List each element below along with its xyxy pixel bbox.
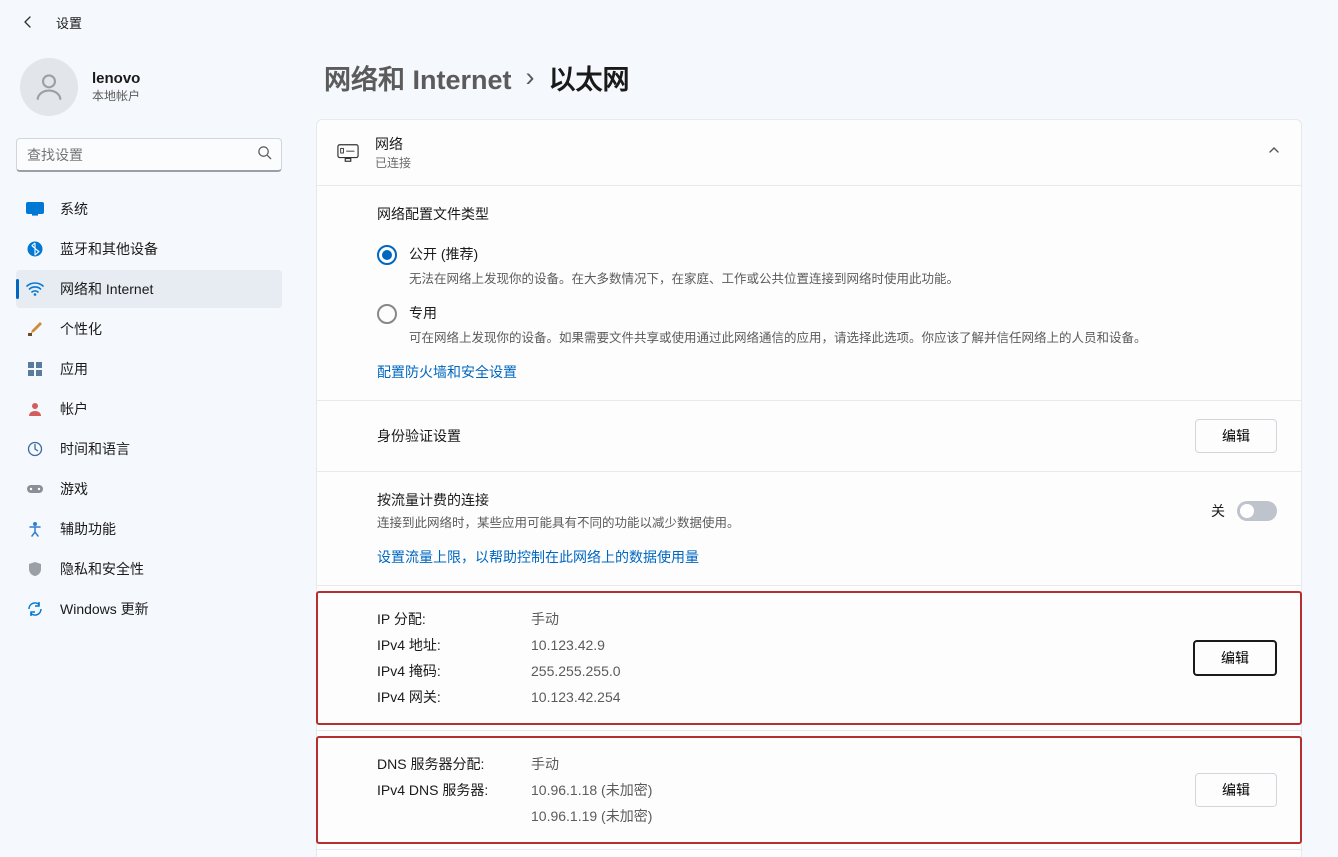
nav-label: 时间和语言 <box>60 439 130 459</box>
nav-item-network[interactable]: 网络和 Internet <box>16 270 282 308</box>
ipv4-gw-value: 10.123.42.254 <box>531 684 621 710</box>
nav-item-accessibility[interactable]: 辅助功能 <box>16 510 282 548</box>
back-button[interactable] <box>16 10 40 34</box>
dns-settings-block: DNS 服务器分配:手动 IPv4 DNS 服务器:10.96.1.18 (未加… <box>317 737 1301 843</box>
accessibility-icon <box>26 520 44 538</box>
search-icon <box>257 145 272 165</box>
ipv4-gw-label: IPv4 网关: <box>377 684 531 710</box>
nav-label: 系统 <box>60 199 88 219</box>
apps-icon <box>26 360 44 378</box>
nav-label: 辅助功能 <box>60 519 116 539</box>
ipv4-mask-value: 255.255.255.0 <box>531 658 621 684</box>
search-wrap <box>16 138 282 172</box>
bluetooth-icon <box>26 240 44 258</box>
breadcrumb-parent[interactable]: 网络和 Internet <box>324 58 512 97</box>
titlebar: 设置 <box>0 0 1338 44</box>
nav-item-time-language[interactable]: 时间和语言 <box>16 430 282 468</box>
dns-assign-value: 手动 <box>531 751 559 777</box>
dns-assign-label: DNS 服务器分配: <box>377 751 531 777</box>
chevron-right-icon: › <box>526 62 535 93</box>
panel-body: 网络配置文件类型 公开 (推荐) 无法在网络上发现你的设备。在大多数情况下，在家… <box>317 185 1301 857</box>
user-block[interactable]: lenovo 本地帐户 <box>16 54 282 134</box>
nav-label: 网络和 Internet <box>60 279 153 299</box>
account-icon <box>26 400 44 418</box>
wifi-icon <box>26 280 44 298</box>
nav-item-system[interactable]: 系统 <box>16 190 282 228</box>
search-input[interactable] <box>16 138 282 172</box>
nav-item-bluetooth[interactable]: 蓝牙和其他设备 <box>16 230 282 268</box>
ip-assign-value: 手动 <box>531 606 559 632</box>
gamepad-icon <box>26 480 44 498</box>
nav-label: 应用 <box>60 359 88 379</box>
toggle-label: 关 <box>1211 501 1225 521</box>
nav-label: Windows 更新 <box>60 599 149 619</box>
metered-title: 按流量计费的连接 <box>377 490 1199 510</box>
main-content: 网络和 Internet › 以太网 网络 已连接 <box>298 44 1338 857</box>
metered-sub: 连接到此网络时，某些应用可能具有不同的功能以减少数据使用。 <box>377 512 1199 531</box>
user-sub: 本地帐户 <box>92 87 140 104</box>
nav-item-privacy[interactable]: 隐私和安全性 <box>16 550 282 588</box>
user-name: lenovo <box>92 70 140 87</box>
radio-icon <box>377 304 397 324</box>
ethernet-panel: 网络 已连接 网络配置文件类型 公开 (推荐) 无法在网络上发现你的设备。在大多… <box>316 119 1302 857</box>
nav-item-gaming[interactable]: 游戏 <box>16 470 282 508</box>
ipv4-addr-label: IPv4 地址: <box>377 632 531 658</box>
nav-item-accounts[interactable]: 帐户 <box>16 390 282 428</box>
edit-auth-button[interactable]: 编辑 <box>1195 419 1277 453</box>
profile-heading: 网络配置文件类型 <box>377 204 1277 224</box>
firewall-link[interactable]: 配置防火墙和安全设置 <box>377 362 1277 382</box>
metered-row: 按流量计费的连接 连接到此网络时，某些应用可能具有不同的功能以减少数据使用。 关 <box>377 472 1277 537</box>
nav-item-apps[interactable]: 应用 <box>16 350 282 388</box>
radio-private[interactable]: 专用 <box>377 303 1277 323</box>
radio-icon <box>377 245 397 265</box>
nav-label: 个性化 <box>60 319 102 339</box>
edit-dns-button[interactable]: 编辑 <box>1195 773 1277 807</box>
nav: 系统 蓝牙和其他设备 网络和 Internet 个性化 应用 <box>16 190 282 628</box>
ipv4-dns-label: IPv4 DNS 服务器: <box>377 777 531 803</box>
display-icon <box>26 200 44 218</box>
ipv4-mask-label: IPv4 掩码: <box>377 658 531 684</box>
nav-label: 隐私和安全性 <box>60 559 144 579</box>
globe-clock-icon <box>26 440 44 458</box>
ipv4-dns-value-1: 10.96.1.18 (未加密) <box>531 777 652 803</box>
shield-icon <box>26 560 44 578</box>
update-icon <box>26 600 44 618</box>
connection-details-block: 链接速度(接收/传输):1000/1000 (Mbps) 本地链接 IPv6 地… <box>377 850 1277 857</box>
nav-label: 帐户 <box>60 399 88 419</box>
radio-public-desc: 无法在网络上发现你的设备。在大多数情况下，在家庭、工作或公共位置连接到网络时使用… <box>409 268 1277 287</box>
ethernet-icon <box>337 143 359 163</box>
radio-private-desc: 可在网络上发现你的设备。如果需要文件共享或使用通过此网络通信的应用，请选择此选项… <box>409 327 1277 346</box>
radio-label: 专用 <box>409 303 437 323</box>
nav-item-personalization[interactable]: 个性化 <box>16 310 282 348</box>
network-title: 网络 <box>375 134 411 154</box>
avatar <box>20 58 78 116</box>
breadcrumb-current: 以太网 <box>549 58 630 97</box>
nav-item-windows-update[interactable]: Windows 更新 <box>16 590 282 628</box>
data-limit-link[interactable]: 设置流量上限，以帮助控制在此网络上的数据使用量 <box>377 547 1277 567</box>
auth-title: 身份验证设置 <box>377 426 1183 446</box>
ip-settings-block: IP 分配:手动 IPv4 地址:10.123.42.9 IPv4 掩码:255… <box>317 592 1301 724</box>
paintbrush-icon <box>26 320 44 338</box>
nav-label: 蓝牙和其他设备 <box>60 239 158 259</box>
auth-row: 身份验证设置 编辑 <box>377 401 1277 471</box>
radio-public[interactable]: 公开 (推荐) <box>377 244 1277 264</box>
window-title: 设置 <box>56 13 82 32</box>
nav-label: 游戏 <box>60 479 88 499</box>
edit-ip-button[interactable]: 编辑 <box>1193 640 1277 676</box>
network-status: 已连接 <box>375 154 411 171</box>
panel-header[interactable]: 网络 已连接 <box>317 120 1301 185</box>
person-icon <box>32 70 66 104</box>
ipv4-addr-value: 10.123.42.9 <box>531 632 605 658</box>
breadcrumb: 网络和 Internet › 以太网 <box>316 58 1302 97</box>
radio-label: 公开 (推荐) <box>409 244 478 264</box>
ip-assign-label: IP 分配: <box>377 606 531 632</box>
ipv4-dns-value-2: 10.96.1.19 (未加密) <box>531 803 652 829</box>
chevron-up-icon <box>1267 143 1281 162</box>
metered-toggle[interactable] <box>1237 501 1277 521</box>
sidebar: lenovo 本地帐户 系统 蓝牙和其他设备 <box>0 44 298 857</box>
arrow-left-icon <box>20 14 36 30</box>
